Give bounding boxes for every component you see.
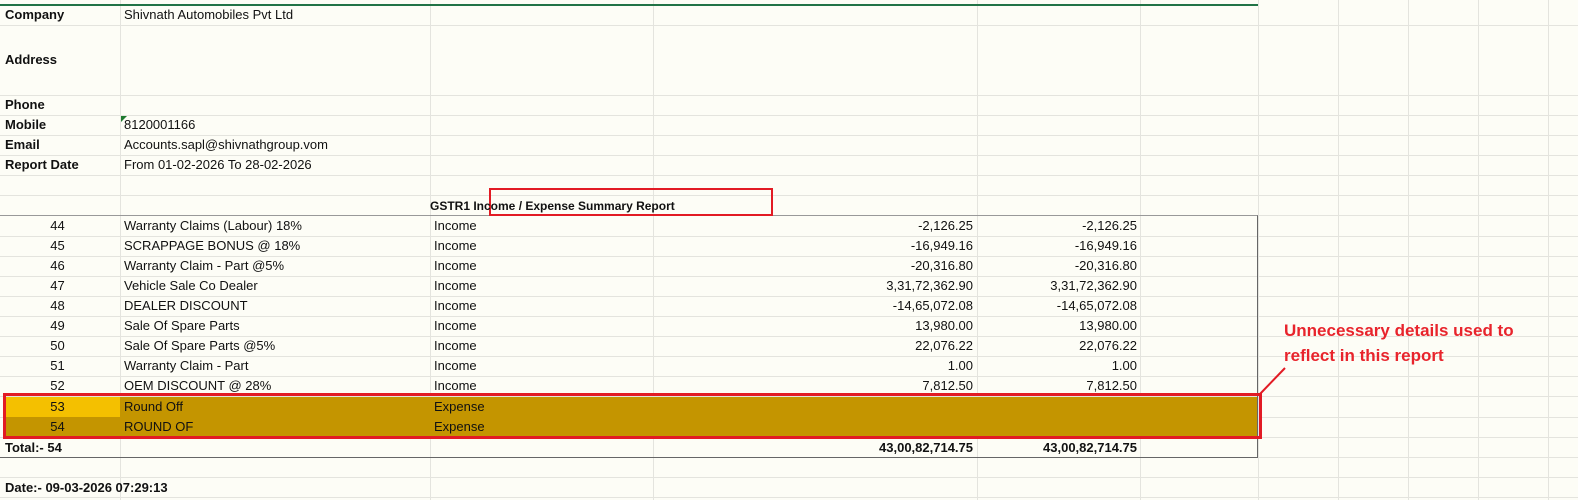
row-gridline — [0, 175, 1578, 176]
row-amount-2[interactable]: 1.00 — [977, 356, 1137, 376]
total-amount-2: 43,00,82,714.75 — [1043, 440, 1137, 455]
field-label: Email — [5, 137, 40, 152]
row-name[interactable]: Warranty Claim - Part — [124, 356, 424, 376]
annotation-note: Unnecessary details used to reflect in t… — [1284, 318, 1514, 368]
row-amount-2[interactable]: -20,316.80 — [977, 256, 1137, 276]
field-value[interactable]: From 01-02-2026 To 28-02-2026 — [124, 155, 644, 175]
row-number[interactable]: 49 — [5, 316, 110, 336]
row-name[interactable]: Vehicle Sale Co Dealer — [124, 276, 424, 296]
row-amount-1[interactable]: -14,65,072.08 — [653, 296, 973, 316]
column-gridline — [1478, 0, 1479, 500]
total-amount-1: 43,00,82,714.75 — [879, 440, 973, 455]
row-amount-2[interactable]: -14,65,072.08 — [977, 296, 1137, 316]
row-type[interactable]: Income — [434, 276, 649, 296]
row-amount-2[interactable]: -2,126.25 — [977, 216, 1137, 236]
annotation-line-2: reflect in this report — [1284, 346, 1444, 365]
row-amount-1[interactable]: 3,31,72,362.90 — [653, 276, 973, 296]
field-label: Mobile — [5, 117, 47, 132]
field-value[interactable]: Accounts.sapl@shivnathgroup.vom — [124, 135, 644, 155]
row-amount-1[interactable]: -20,316.80 — [653, 256, 973, 276]
row-name[interactable]: Warranty Claim - Part @5% — [124, 256, 424, 276]
row-type[interactable]: Income — [434, 236, 649, 256]
footer-date: Date:- 09-03-2026 07:29:13 — [5, 480, 168, 495]
field-label: Report Date — [5, 157, 79, 172]
field-value[interactable]: 8120001166 — [124, 115, 644, 135]
row-number[interactable]: 46 — [5, 256, 110, 276]
column-gridline — [1338, 0, 1339, 500]
row-type[interactable]: Income — [434, 296, 649, 316]
row-number[interactable]: 44 — [5, 216, 110, 236]
annotation-line-1: Unnecessary details used to — [1284, 321, 1514, 340]
row-name[interactable]: SCRAPPAGE BONUS @ 18% — [124, 236, 424, 256]
row-name[interactable]: Warranty Claims (Labour) 18% — [124, 216, 424, 236]
row-amount-2[interactable]: 22,076.22 — [977, 336, 1137, 356]
row-name[interactable]: Sale Of Spare Parts @5% — [124, 336, 424, 356]
row-type[interactable]: Income — [434, 256, 649, 276]
column-gridline — [1548, 0, 1549, 500]
report-title: GSTR1 Income / Expense Summary Report — [430, 199, 675, 213]
row-number[interactable]: 50 — [5, 336, 110, 356]
row-gridline — [0, 25, 1578, 26]
row-amount-1[interactable]: -2,126.25 — [653, 216, 973, 236]
column-gridline — [1408, 0, 1409, 500]
field-label: Address — [5, 52, 58, 67]
row-amount-2[interactable]: 3,31,72,362.90 — [977, 276, 1137, 296]
row-amount-2[interactable]: -16,949.16 — [977, 236, 1137, 256]
row-type[interactable]: Income — [434, 356, 649, 376]
field-value[interactable]: Shivnath Automobiles Pvt Ltd — [124, 5, 644, 25]
cell-note-indicator-icon — [121, 116, 127, 122]
row-amount-2[interactable]: 13,980.00 — [977, 316, 1137, 336]
row-type[interactable]: Income — [434, 216, 649, 236]
field-value[interactable] — [124, 50, 644, 70]
field-label: Phone — [5, 97, 45, 112]
total-label: Total:- 54 — [5, 440, 62, 455]
row-amount-1[interactable]: 13,980.00 — [653, 316, 973, 336]
row-type[interactable]: Income — [434, 316, 649, 336]
row-amount-1[interactable]: -16,949.16 — [653, 236, 973, 256]
annotation-arrow-line — [1258, 367, 1286, 396]
row-number[interactable]: 51 — [5, 356, 110, 376]
row-number[interactable]: 47 — [5, 276, 110, 296]
row-type[interactable]: Income — [434, 336, 649, 356]
row-amount-1[interactable]: 1.00 — [653, 356, 973, 376]
row-name[interactable]: DEALER DISCOUNT — [124, 296, 424, 316]
row-name[interactable]: Sale Of Spare Parts — [124, 316, 424, 336]
rows-highlight-box — [3, 393, 1262, 439]
row-amount-1[interactable]: 22,076.22 — [653, 336, 973, 356]
row-number[interactable]: 48 — [5, 296, 110, 316]
field-value[interactable] — [124, 95, 644, 115]
row-number[interactable]: 45 — [5, 236, 110, 256]
field-label: Company — [5, 7, 65, 22]
